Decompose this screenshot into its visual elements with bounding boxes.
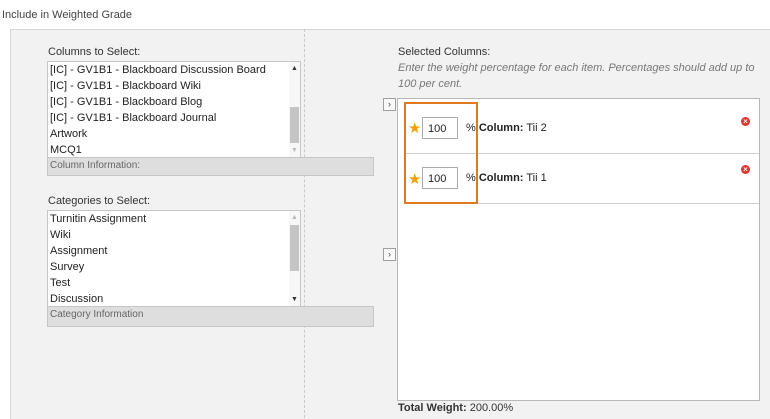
columns-scrollbar[interactable]: ▲ ▼ — [289, 62, 300, 158]
columns-to-select-label: Columns to Select: — [48, 46, 141, 58]
list-item[interactable]: Turnitin Assignment — [48, 211, 300, 227]
list-item[interactable]: MCQ1 — [48, 142, 300, 158]
selected-columns-label: Selected Columns: — [398, 46, 491, 58]
columns-listbox[interactable]: [IC] - GV1B1 - Blackboard Discussion Boa… — [47, 61, 301, 159]
chevron-right-icon: › — [388, 249, 391, 259]
weight-instructions: Enter the weight percentage for each ite… — [398, 62, 755, 90]
list-item[interactable]: Survey — [48, 259, 300, 275]
list-item[interactable]: [IC] - GV1B1 - Blackboard Journal — [48, 110, 300, 126]
weight-inputs-highlight — [404, 102, 478, 204]
selected-column-row: % Column: Tii 2 — [466, 122, 547, 134]
total-weight: Total Weight: 200.00% — [398, 402, 514, 414]
move-column-button[interactable]: › — [383, 98, 396, 111]
section-title: Include in Weighted Grade — [2, 9, 133, 21]
list-item[interactable]: [IC] - GV1B1 - Blackboard Blog — [48, 94, 300, 110]
list-item[interactable]: Assignment — [48, 243, 300, 259]
categories-listbox[interactable]: Turnitin Assignment Wiki Assignment Surv… — [47, 210, 301, 308]
scroll-down-icon[interactable]: ▼ — [289, 295, 300, 305]
scroll-thumb[interactable] — [290, 225, 299, 271]
list-item[interactable]: [IC] - GV1B1 - Blackboard Discussion Boa… — [48, 62, 300, 78]
list-item[interactable]: [IC] - GV1B1 - Blackboard Wiki — [48, 78, 300, 94]
panel-divider — [304, 29, 305, 418]
list-item[interactable]: Wiki — [48, 227, 300, 243]
categories-scrollbar[interactable]: ▲ ▼ — [289, 211, 300, 307]
scroll-down-icon[interactable]: ▼ — [289, 146, 300, 156]
column-information-bar: Column Information: — [47, 157, 374, 176]
category-information-bar: Category Information — [47, 306, 374, 327]
chevron-right-icon: › — [388, 99, 391, 109]
categories-to-select-label: Categories to Select: — [48, 195, 151, 207]
remove-icon[interactable]: × — [741, 165, 750, 174]
list-item[interactable]: Artwork — [48, 126, 300, 142]
move-category-button[interactable]: › — [383, 248, 396, 261]
scroll-up-icon[interactable]: ▲ — [289, 64, 300, 74]
remove-icon[interactable]: × — [741, 117, 750, 126]
list-item[interactable]: Discussion — [48, 291, 300, 307]
list-item[interactable]: Test — [48, 275, 300, 291]
selected-column-row: % Column: Tii 1 — [466, 172, 547, 184]
scroll-up-icon[interactable]: ▲ — [289, 213, 300, 223]
scroll-thumb[interactable] — [290, 107, 299, 143]
